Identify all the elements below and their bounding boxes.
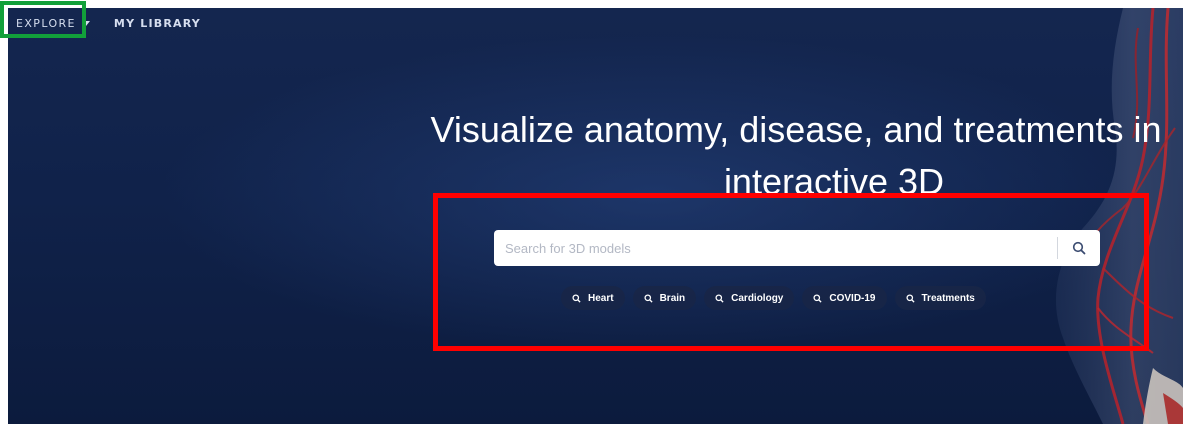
explore-menu-button[interactable]: EXPLORE bbox=[12, 12, 94, 35]
chip-label: Heart bbox=[588, 292, 614, 304]
hero-title-line1: Visualize anatomy, disease, and treatmen… bbox=[430, 109, 1162, 150]
search-bar bbox=[494, 229, 1100, 267]
chip-label: Brain bbox=[659, 292, 686, 304]
hero-section: EXPLORE MY LIBRARY Visualize anatomy, di… bbox=[8, 8, 1183, 424]
search-icon bbox=[1072, 241, 1086, 255]
search-icon bbox=[572, 293, 581, 303]
search-button[interactable] bbox=[1058, 230, 1100, 266]
chip-cardiology[interactable]: Cardiology bbox=[704, 286, 795, 310]
anatomy-figure-image bbox=[1055, 8, 1183, 424]
suggestion-chips: Heart Brain Cardiology COVID-19 Treatmen… bbox=[561, 286, 986, 310]
chip-treatments[interactable]: Treatments bbox=[894, 286, 986, 310]
top-nav: EXPLORE MY LIBRARY bbox=[8, 8, 201, 38]
search-input[interactable] bbox=[494, 229, 1057, 267]
chip-label: COVID-19 bbox=[829, 292, 876, 304]
my-library-link[interactable]: MY LIBRARY bbox=[114, 17, 201, 30]
chip-heart[interactable]: Heart bbox=[561, 286, 625, 310]
search-icon bbox=[715, 293, 724, 303]
hero-title-line2: interactive 3D bbox=[723, 161, 945, 202]
search-icon bbox=[813, 293, 822, 303]
hero-title: Visualize anatomy, disease, and treatmen… bbox=[396, 104, 1183, 208]
search-icon bbox=[905, 293, 915, 303]
chip-label: Cardiology bbox=[731, 292, 784, 304]
caret-down-icon bbox=[81, 21, 90, 26]
chip-label: Treatments bbox=[921, 292, 975, 304]
chip-covid-19[interactable]: COVID-19 bbox=[802, 286, 887, 310]
explore-label: EXPLORE bbox=[16, 16, 76, 30]
chip-brain[interactable]: Brain bbox=[632, 286, 697, 310]
search-icon bbox=[644, 293, 653, 303]
